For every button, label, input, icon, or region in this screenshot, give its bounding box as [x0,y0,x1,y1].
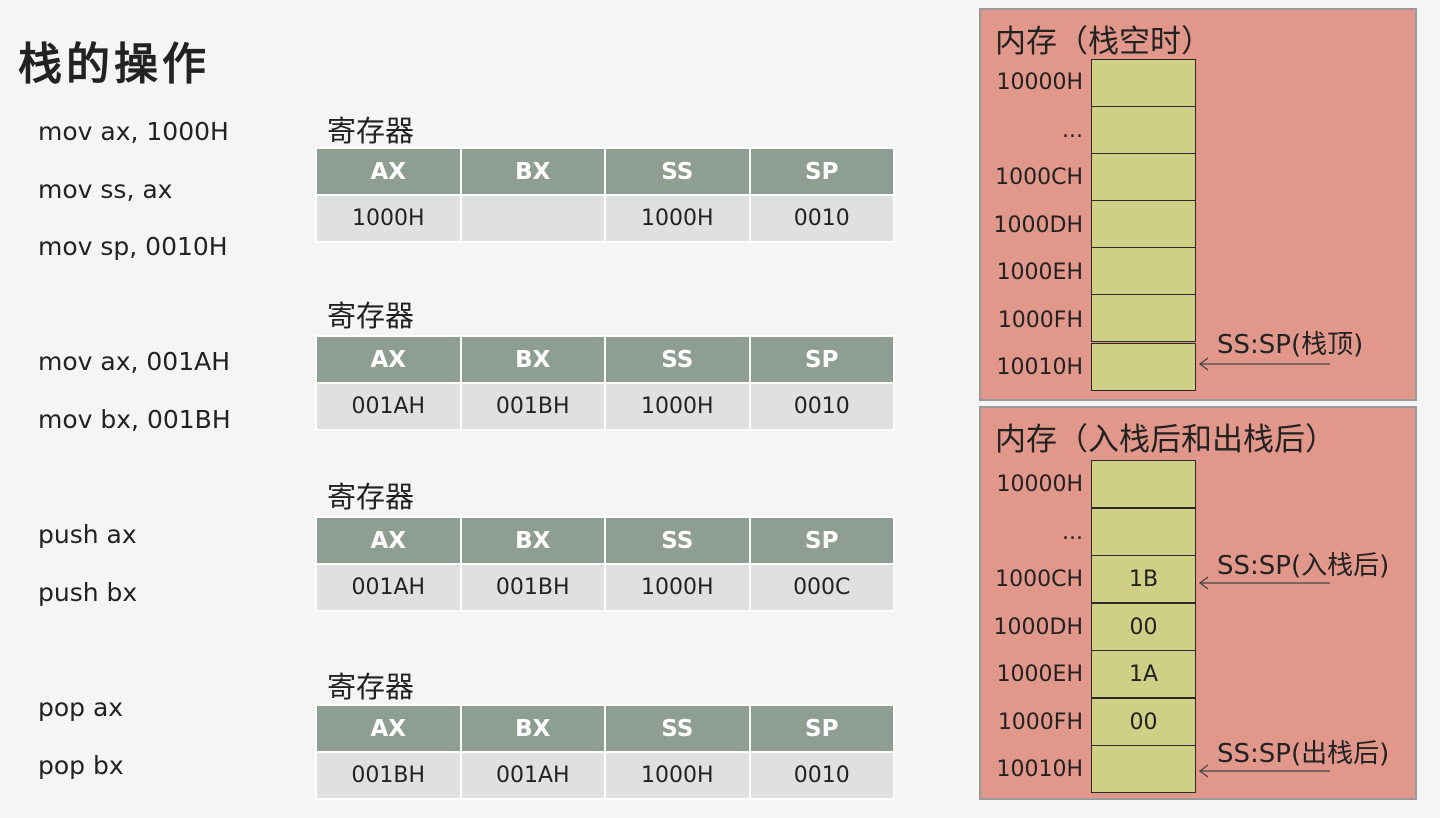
register-header: SP [748,335,895,384]
register-caption: 寄存器 [327,670,415,704]
register-header: AX [315,335,462,384]
register-value: 001BH [315,751,462,800]
register-value: 001BH [459,563,606,612]
register-caption: 寄存器 [327,114,415,148]
register-header: SP [748,516,895,565]
register-value: 001AH [315,563,462,612]
sp-pointer-arrow [1198,576,1330,590]
register-table: AX BX SS SP 001AH 001BH 1000H 0010 [315,335,895,431]
memory-cell [1091,153,1196,201]
memory-panel-title: 内存（入栈后和出栈后） [995,422,1336,458]
memory-address: 10010H [996,757,1083,782]
register-header: BX [459,335,606,384]
register-value: 1000H [604,382,751,431]
register-value: 0010 [748,751,895,800]
code-line: mov ax, 1000H [38,117,229,146]
register-header: SS [604,335,751,384]
register-value: 001BH [459,382,606,431]
register-header: SS [604,147,751,196]
page-title: 栈的操作 [18,39,210,90]
memory-address: 1000CH [995,567,1083,592]
code-line: mov bx, 001BH [38,405,231,434]
memory-address: 1000CH [995,165,1083,190]
register-value: 0010 [748,382,895,431]
register-caption: 寄存器 [327,480,415,514]
memory-address: 1000DH [993,615,1083,640]
memory-cell [1091,59,1196,107]
memory-address: 1000DH [993,213,1083,238]
memory-cell [1091,343,1196,391]
register-value: 1000H [604,194,751,243]
memory-address: 10000H [996,472,1083,497]
memory-address: ... [1062,118,1083,143]
sp-pointer-arrow [1198,357,1330,371]
register-header: SS [604,704,751,753]
sp-pointer-arrow [1198,764,1330,778]
register-caption: 寄存器 [327,299,415,333]
register-header: SP [748,704,895,753]
memory-cell: 00 [1091,603,1196,651]
memory-cell [1091,508,1196,556]
code-line: mov sp, 0010H [38,232,228,261]
memory-cell [1091,106,1196,154]
memory-address: 10000H [996,70,1083,95]
memory-cell [1091,200,1196,248]
memory-cell [1091,294,1196,342]
register-header: BX [459,516,606,565]
register-value: 0010 [748,194,895,243]
code-line: pop ax [38,693,124,722]
code-line: push bx [38,578,138,607]
code-line: mov ss, ax [38,175,173,204]
code-line: mov ax, 001AH [38,347,231,376]
memory-cell [1091,247,1196,295]
register-header: BX [459,147,606,196]
memory-address: ... [1062,520,1083,545]
memory-address: 10010H [996,355,1083,380]
memory-cell: 1A [1091,650,1196,698]
register-table: AX BX SS SP 001AH 001BH 1000H 000C [315,516,895,612]
register-header: AX [315,516,462,565]
memory-cell [1091,745,1196,793]
register-value [459,194,606,243]
register-header: BX [459,704,606,753]
memory-cell: 00 [1091,698,1196,746]
register-header: AX [315,147,462,196]
register-value: 001AH [315,382,462,431]
memory-panel-empty: 内存（栈空时） 10000H ... 1000CH 1000DH 1000EH … [979,8,1417,401]
register-table: AX BX SS SP 001BH 001AH 1000H 0010 [315,704,895,800]
register-value: 1000H [604,563,751,612]
register-value: 1000H [604,751,751,800]
register-header: SS [604,516,751,565]
code-line: push ax [38,520,137,549]
memory-cell: 1B [1091,555,1196,603]
code-line: pop bx [38,751,124,780]
memory-address: 1000FH [997,308,1083,333]
memory-panel-title: 内存（栈空时） [995,24,1212,60]
register-header: SP [748,147,895,196]
register-value: 1000H [315,194,462,243]
register-header: AX [315,704,462,753]
memory-panel-push-pop: 内存（入栈后和出栈后） 10000H ... 1000CH 1000DH 100… [979,406,1417,800]
memory-address: 1000EH [996,260,1083,285]
memory-cell [1091,460,1196,508]
register-value: 001AH [459,751,606,800]
memory-address: 1000EH [996,662,1083,687]
register-value: 000C [748,563,895,612]
memory-address: 1000FH [997,710,1083,735]
register-table: AX BX SS SP 1000H 1000H 0010 [315,147,895,243]
